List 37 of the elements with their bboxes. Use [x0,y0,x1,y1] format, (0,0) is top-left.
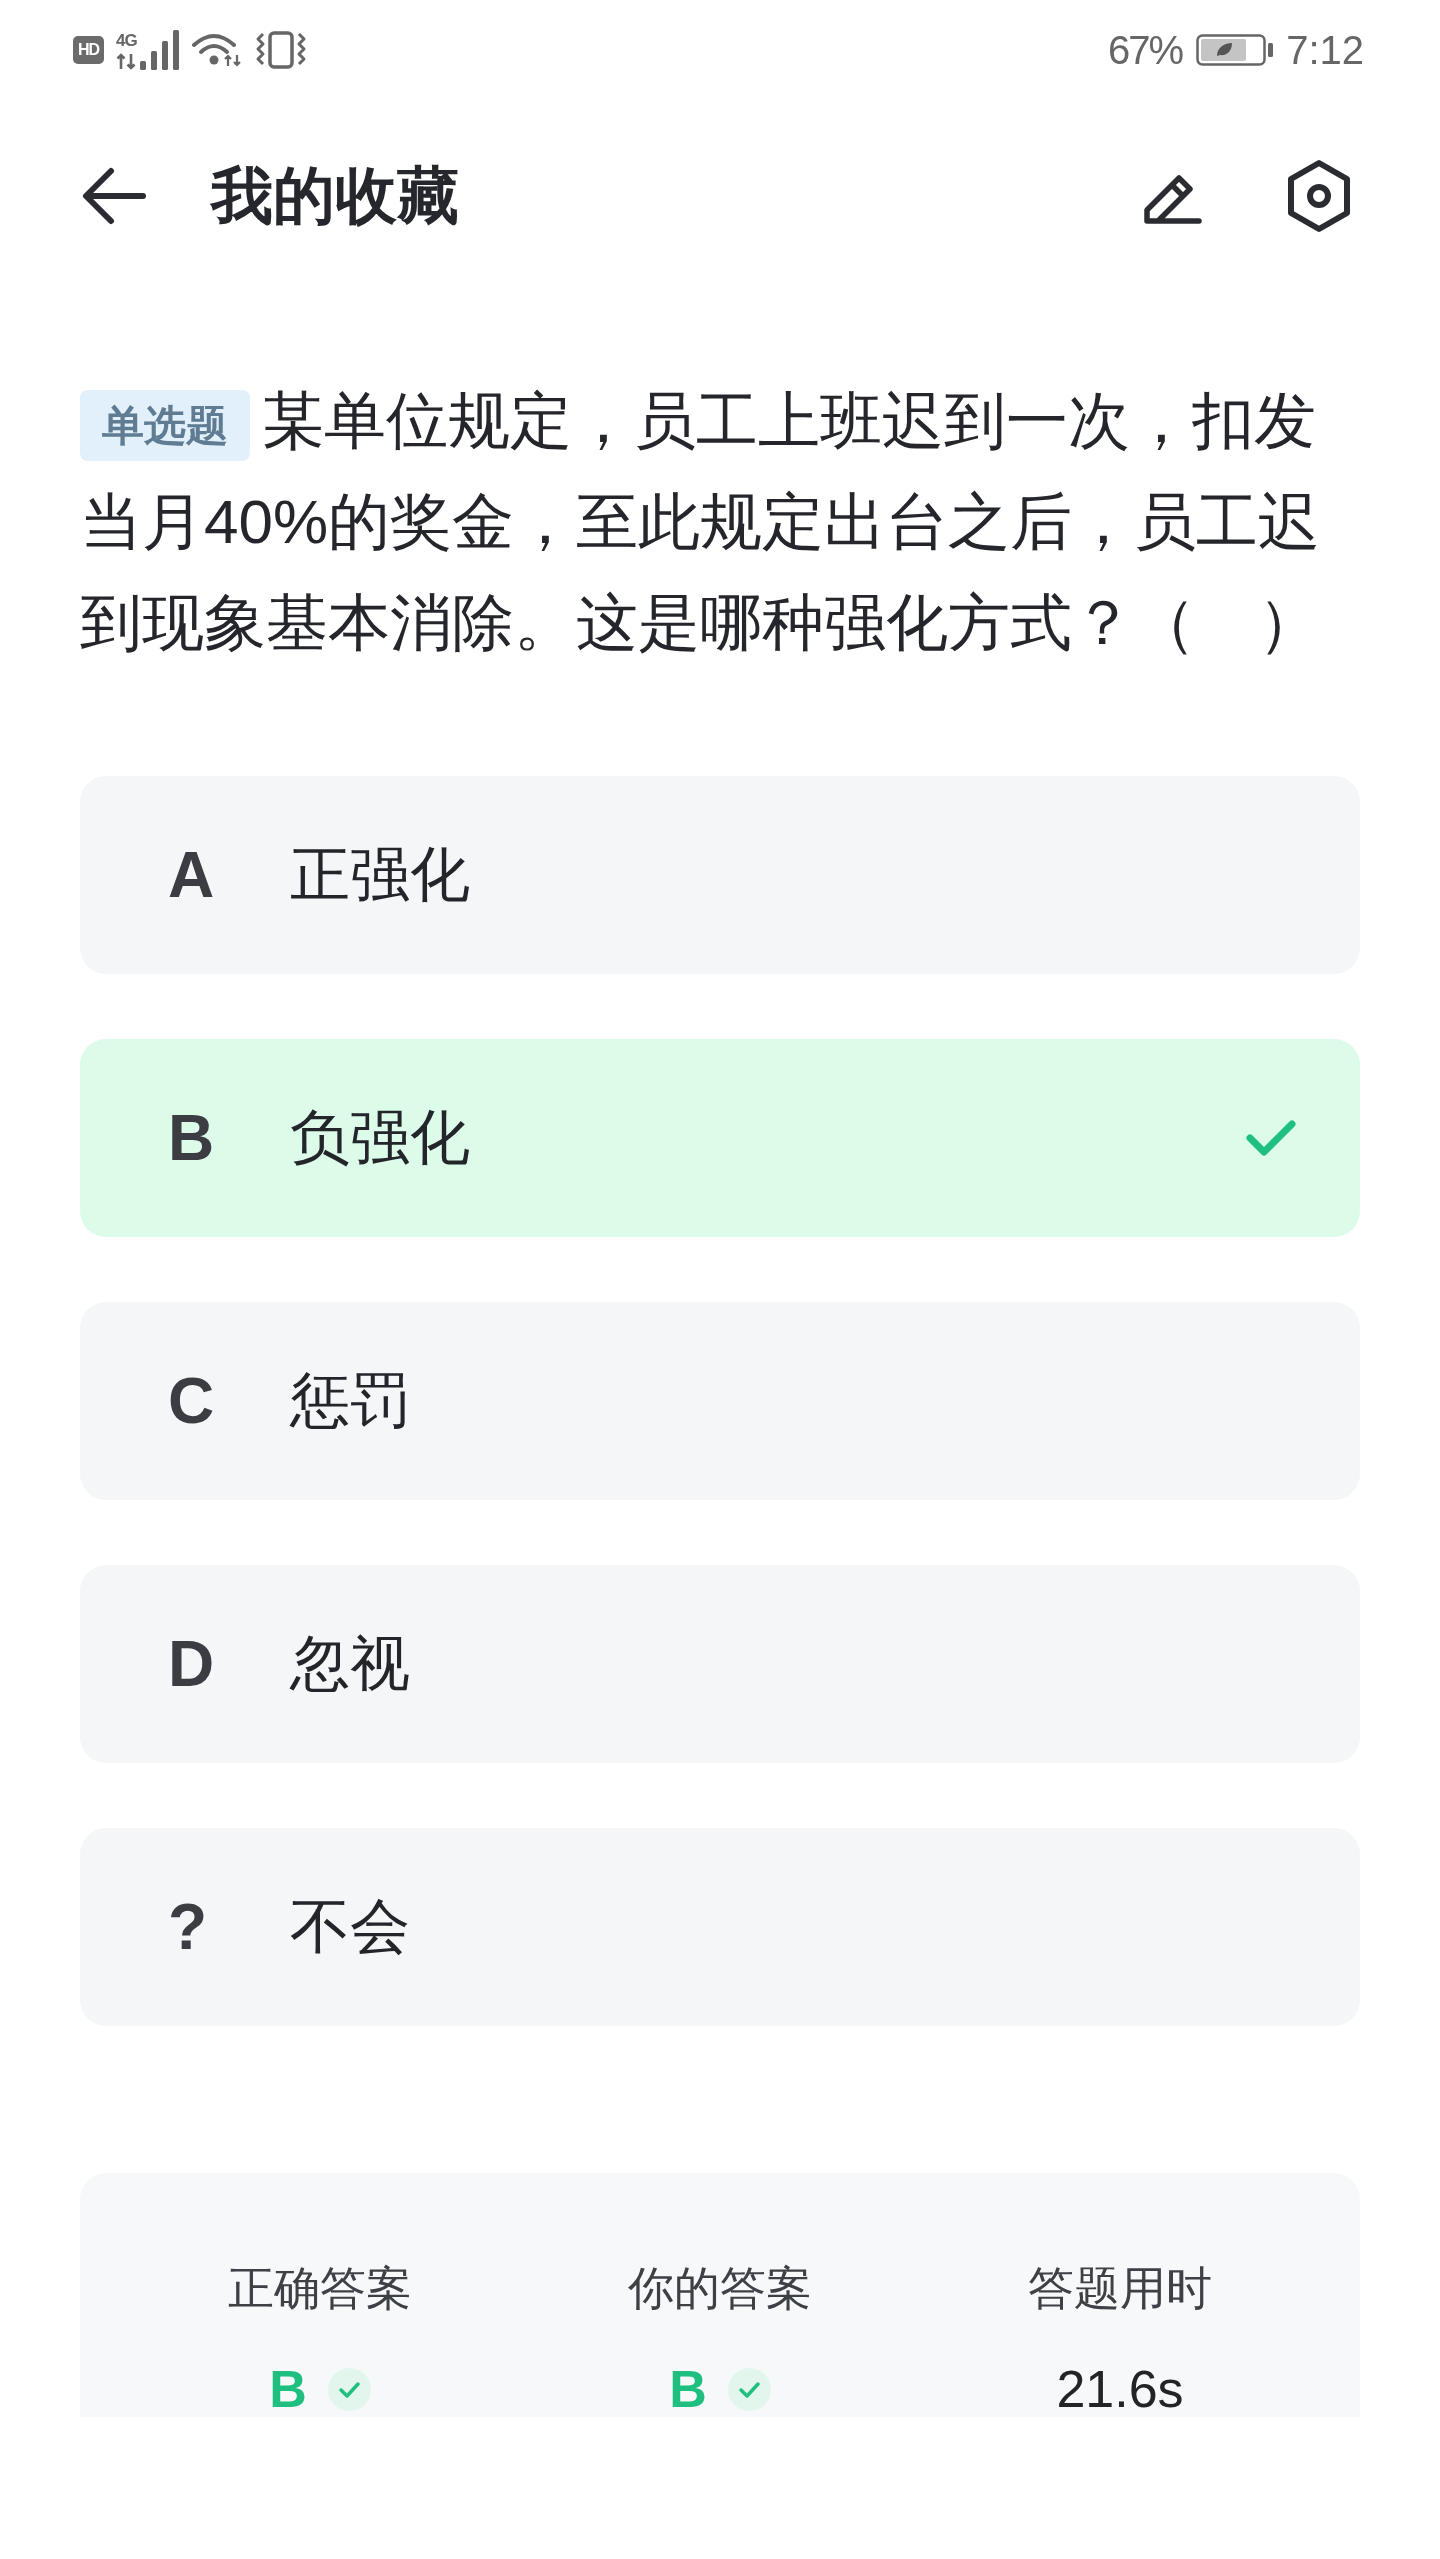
option-letter: C [168,1365,215,1437]
answer-option[interactable]: A 正强化 [80,776,1360,974]
check-icon [1246,1119,1296,1157]
answer-option[interactable]: C 惩罚 [80,1302,1360,1500]
back-arrow-icon[interactable] [81,166,147,226]
option-letter: ? [168,1891,208,1963]
answer-time: 21.6s [1056,2363,1184,2415]
option-text: 不会 [290,1897,410,1957]
page-title: 我的收藏 [211,165,459,227]
result-label: 答题用时 [1028,2261,1212,2316]
question-type-tag: 单选题 [80,390,250,462]
option-text: 忽视 [290,1634,410,1694]
battery-percent: 67% [1108,30,1183,70]
data-arrows-icon [116,53,137,70]
option-letter: B [168,1102,215,1174]
settings-icon[interactable] [1285,159,1353,233]
check-circle-icon [727,2367,771,2411]
result-label: 你的答案 [628,2261,812,2316]
answer-option[interactable]: B 负强化 [80,1039,1360,1237]
answer-letter: B [269,2363,307,2415]
clock-time: 7:12 [1286,30,1364,70]
option-text: 惩罚 [290,1371,410,1431]
option-letter: A [168,839,215,911]
check-circle-icon [327,2367,371,2411]
hd-badge: HD [73,36,104,64]
answer-option[interactable]: ? 不会 [80,1828,1360,2026]
option-text: 正强化 [290,845,470,905]
result-label: 正确答案 [228,2261,412,2316]
option-letter: D [168,1628,215,1700]
answer-option[interactable]: D 忽视 [80,1565,1360,1763]
battery-icon [1196,34,1275,66]
network-type-label: 4G [116,32,137,50]
wifi-icon [191,33,242,67]
question-text: 单选题 某单位规定，员工上班迟到一次，扣发当月40%的奖金，至此规定出台之后，员工迟到现象基本消除。这是哪种强化方式？（ ） [80,385,1322,659]
answer-letter: B [669,2363,707,2415]
option-text: 负强化 [290,1108,470,1168]
signal-bars-icon [139,30,180,70]
